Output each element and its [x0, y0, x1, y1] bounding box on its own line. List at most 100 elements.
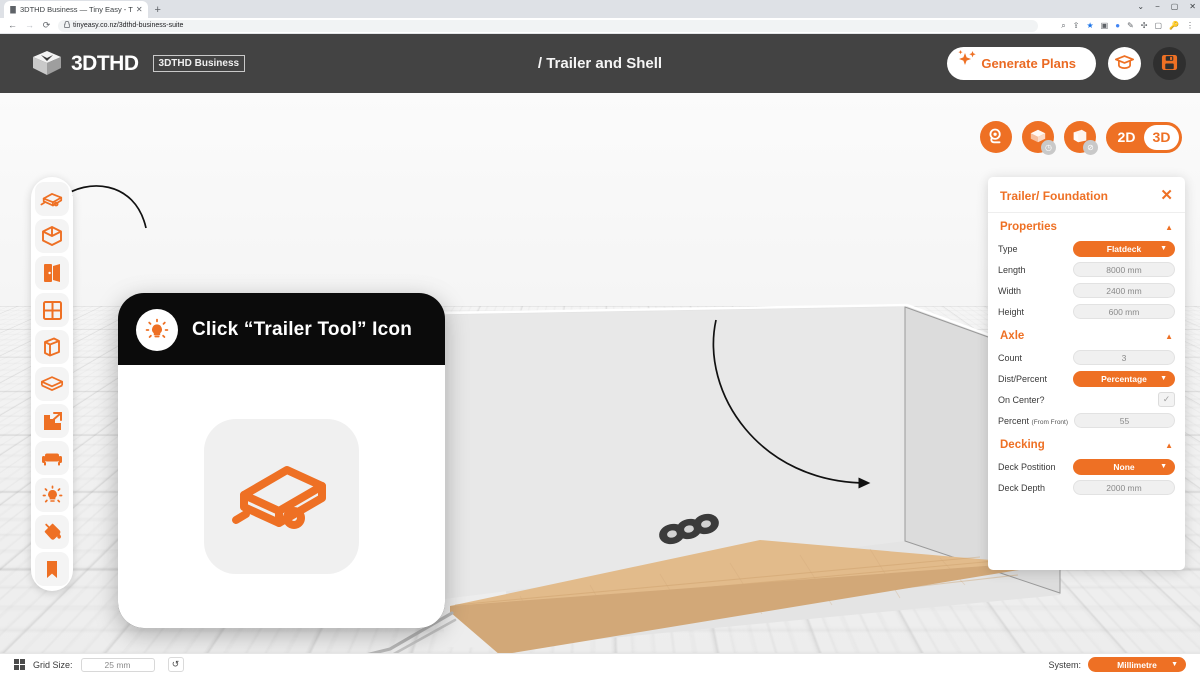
- sidebar-item-shell-tool[interactable]: [35, 219, 69, 253]
- address-bar[interactable]: tinyeasy.co.nz/3dthd-business-suite: [58, 19, 1038, 32]
- deck-depth-input[interactable]: 2000 mm: [1073, 480, 1175, 495]
- axle-count-input[interactable]: 3: [1073, 350, 1175, 365]
- chevron-up-icon[interactable]: ▲: [1165, 332, 1173, 341]
- sparkle-icon: [955, 49, 979, 73]
- profile-globe-icon[interactable]: ●: [1115, 21, 1120, 30]
- forward-icon[interactable]: →: [21, 21, 38, 30]
- new-tab-icon[interactable]: +: [155, 5, 161, 18]
- sidebar-item-trailer-tool[interactable]: [35, 182, 69, 216]
- property-label: Length: [998, 264, 1026, 275]
- property-label: Deck Depth: [998, 482, 1046, 493]
- property-label: Type: [998, 243, 1018, 254]
- reload-icon[interactable]: ⟳: [38, 21, 55, 30]
- on-center-checkbox[interactable]: ✓: [1158, 392, 1175, 407]
- chevron-down-icon: ▼: [1171, 661, 1178, 668]
- window-controls: ⌄ − ▢ ✕: [1137, 2, 1196, 11]
- sidebar-item-wall-tool[interactable]: [35, 330, 69, 364]
- chevron-up-icon[interactable]: ▲: [1165, 441, 1173, 450]
- shell-visibility-button[interactable]: ◷: [1022, 121, 1056, 155]
- cube-logo-icon: [32, 50, 62, 77]
- app-logo[interactable]: 3DTHD 3DTHD Business: [14, 50, 246, 77]
- learn-button[interactable]: [1108, 47, 1141, 80]
- percent-label-sub: (From Front): [1031, 418, 1069, 426]
- favicon-icon: [10, 5, 16, 14]
- section-header-properties[interactable]: Properties ▲: [988, 213, 1185, 238]
- property-row-dist-percent: Dist/Percent Percentage ▼: [988, 368, 1185, 389]
- logo-text: 3DTHD: [71, 51, 139, 75]
- menu-icon[interactable]: ⋮: [1186, 21, 1194, 30]
- section-title: Axle: [1000, 330, 1025, 342]
- toggle-2d[interactable]: 2D: [1109, 125, 1144, 150]
- property-label: Count: [998, 352, 1023, 363]
- sidebar-item-paint-tool[interactable]: [35, 515, 69, 549]
- password-icon[interactable]: 🔑: [1169, 21, 1179, 30]
- section-header-axle[interactable]: Axle ▲: [988, 322, 1185, 347]
- reset-icon[interactable]: ↺: [167, 657, 184, 672]
- chevron-down-icon[interactable]: ⌄: [1137, 2, 1144, 11]
- property-label: On Center?: [998, 394, 1045, 405]
- sidepanel-icon[interactable]: ▢: [1154, 21, 1162, 30]
- property-row-count: Count 3: [988, 347, 1185, 368]
- extensions-icon[interactable]: ✣: [1141, 21, 1148, 30]
- bookmark-star-icon[interactable]: ★: [1086, 21, 1093, 30]
- minimize-icon[interactable]: −: [1155, 2, 1160, 11]
- browser-tab[interactable]: 3DTHD Business — Tiny Easy - T ✕: [4, 1, 148, 18]
- callout-text: Click “Trailer Tool” Icon: [192, 319, 413, 340]
- property-row-length: Length 8000 mm: [988, 259, 1185, 280]
- sidebar-item-furniture-tool[interactable]: [35, 441, 69, 475]
- share-icon[interactable]: ⇪: [1073, 21, 1080, 30]
- generate-plans-label: Generate Plans: [981, 56, 1076, 71]
- deck-position-select[interactable]: None ▼: [1073, 458, 1175, 475]
- chevron-up-icon[interactable]: ▲: [1165, 223, 1173, 232]
- generate-plans-button[interactable]: Generate Plans: [947, 47, 1096, 80]
- type-select[interactable]: Flatdeck ▼: [1073, 240, 1175, 257]
- height-input[interactable]: 600 mm: [1073, 304, 1175, 319]
- unit-system-select[interactable]: Millimetre ▼: [1088, 657, 1186, 672]
- orbit-camera-button[interactable]: [980, 121, 1012, 153]
- deck-position-value: None: [1113, 461, 1135, 472]
- sidebar-item-stairs-tool[interactable]: [35, 404, 69, 438]
- header-actions: Generate Plans: [947, 47, 1186, 80]
- status-bar: Grid Size: 25 mm ↺ System: Millimetre ▼: [0, 653, 1200, 675]
- camera-icon[interactable]: ▣: [1101, 21, 1109, 30]
- section-title: Properties: [1000, 221, 1057, 233]
- system-label: System:: [1048, 659, 1081, 670]
- tab-title: 3DTHD Business — Tiny Easy - T: [20, 5, 133, 14]
- back-icon[interactable]: ←: [4, 21, 21, 30]
- sidebar-item-lighting-tool[interactable]: [35, 478, 69, 512]
- roof-visibility-toggle-badge[interactable]: ⊘: [1083, 140, 1098, 155]
- roof-visibility-button[interactable]: ⊘: [1064, 121, 1098, 155]
- viewport-3d[interactable]: ◷ ⊘ 2D 3D Click “Trailer Tool” Icon Trai…: [0, 93, 1200, 653]
- zoom-icon[interactable]: ⌕: [1061, 21, 1065, 30]
- dist-percent-select[interactable]: Percentage ▼: [1073, 370, 1175, 387]
- shell-visibility-toggle-badge[interactable]: ◷: [1041, 140, 1056, 155]
- close-window-icon[interactable]: ✕: [1189, 2, 1196, 11]
- toggle-3d[interactable]: 3D: [1144, 124, 1179, 150]
- sidebar-item-floor-tool[interactable]: [35, 367, 69, 401]
- width-input[interactable]: 2400 mm: [1073, 283, 1175, 298]
- tool-rail: [31, 177, 73, 591]
- grid-size-input[interactable]: 25 mm: [80, 657, 155, 672]
- section-header-decking[interactable]: Decking ▲: [988, 431, 1185, 456]
- callout-header: Click “Trailer Tool” Icon: [136, 309, 427, 351]
- sidebar-item-door-tool[interactable]: [35, 256, 69, 290]
- graduation-cap-icon: [1115, 54, 1134, 74]
- property-row-percent: Percent (From Front) 55: [988, 410, 1185, 431]
- sidebar-item-window-tool[interactable]: [35, 293, 69, 327]
- maximize-icon[interactable]: ▢: [1171, 2, 1179, 11]
- dimension-toggle[interactable]: 2D 3D: [1106, 121, 1182, 153]
- close-icon[interactable]: ✕: [1160, 188, 1173, 203]
- tab-close-icon[interactable]: ✕: [136, 5, 143, 14]
- property-row-width: Width 2400 mm: [988, 280, 1185, 301]
- dist-percent-value: Percentage: [1101, 373, 1147, 384]
- trailer-tool-preview-card[interactable]: [204, 419, 359, 574]
- length-input[interactable]: 8000 mm: [1073, 262, 1175, 277]
- section-title: Decking: [1000, 439, 1045, 451]
- properties-panel: Trailer/ Foundation ✕ Properties ▲ Type …: [988, 177, 1185, 570]
- sidebar-item-bookmark-tool[interactable]: [35, 552, 69, 586]
- property-label: Height: [998, 306, 1025, 317]
- save-button[interactable]: [1153, 47, 1186, 80]
- pen-icon[interactable]: ✎: [1127, 21, 1134, 30]
- tooltip-callout: Click “Trailer Tool” Icon: [118, 293, 445, 628]
- percent-input[interactable]: 55: [1074, 413, 1175, 428]
